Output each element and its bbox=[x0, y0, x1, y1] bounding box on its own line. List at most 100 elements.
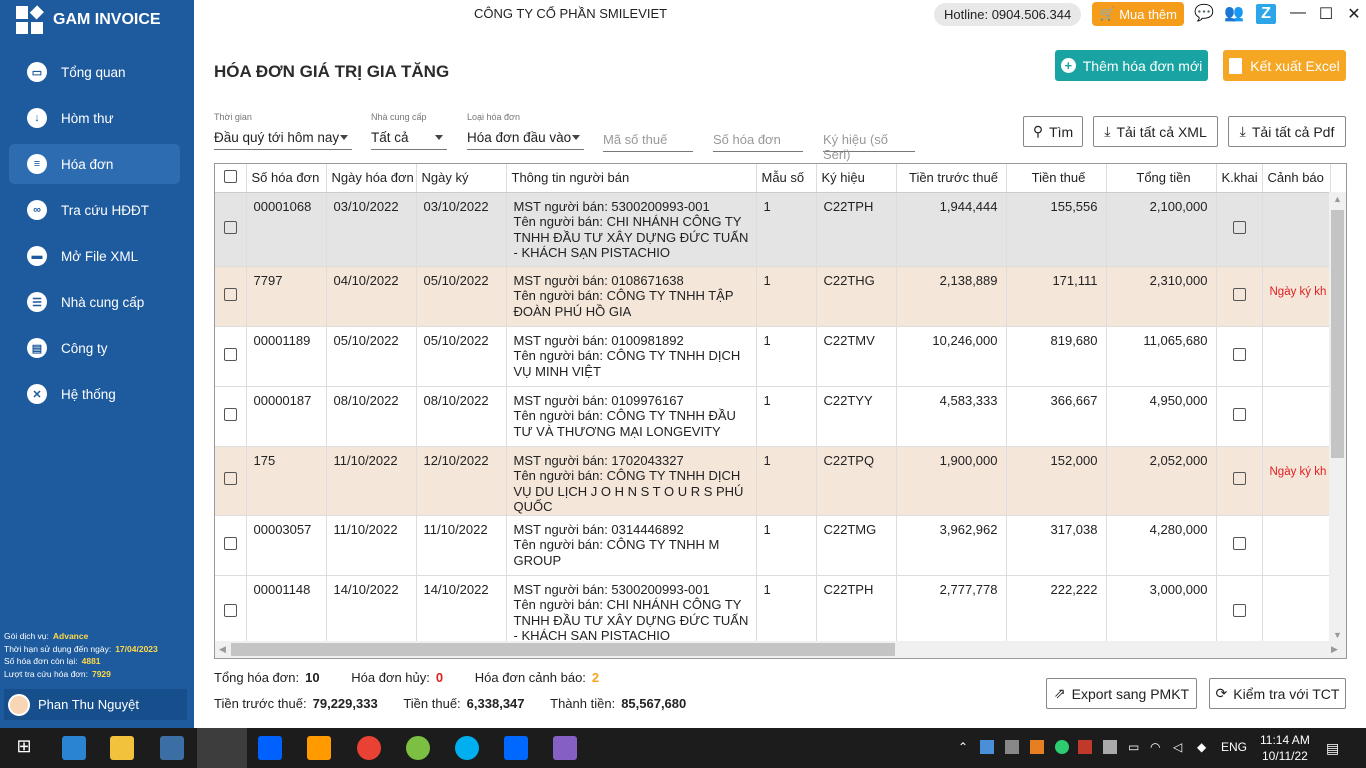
horizontal-scrollbar[interactable]: ◀ ▶ bbox=[215, 641, 1346, 658]
vertical-scroll-thumb[interactable] bbox=[1331, 210, 1344, 458]
table-row[interactable]: 00001068 03/10/2022 03/10/2022 MST người bá… bbox=[215, 192, 1331, 267]
search-button[interactable]: ⚲ Tìm bbox=[1023, 116, 1083, 147]
zalo-taskbar-icon[interactable] bbox=[504, 736, 528, 760]
row-checkbox[interactable] bbox=[215, 326, 247, 387]
row-checkbox[interactable] bbox=[215, 515, 247, 576]
filter-icon: ⚲ bbox=[1032, 123, 1044, 139]
row-checkbox[interactable] bbox=[215, 386, 247, 447]
seller-name: Tên người bán: CÔNG TY TNHH TẬP ĐOÀN PHÚ… bbox=[513, 288, 734, 319]
sidebar-item-1[interactable]: ↓ Hòm thư bbox=[9, 98, 180, 138]
minimize-icon[interactable]: — bbox=[1288, 4, 1308, 22]
column-header[interactable]: Ký hiệu bbox=[816, 164, 897, 193]
sidebar-item-4[interactable]: ▬ Mở File XML bbox=[9, 236, 180, 276]
green-app-icon[interactable] bbox=[406, 736, 430, 760]
notification-icon[interactable]: ▤ bbox=[1326, 740, 1339, 757]
column-header[interactable]: Tổng tiền bbox=[1106, 164, 1217, 193]
declared-checkbox[interactable] bbox=[1216, 446, 1263, 516]
file-explorer-icon[interactable] bbox=[110, 736, 134, 760]
column-header[interactable]: Ngày ký bbox=[416, 164, 507, 193]
sidebar-item-3[interactable]: ∞ Tra cứu HĐĐT bbox=[9, 190, 180, 230]
tray-shield-icon[interactable] bbox=[1030, 740, 1044, 754]
sidebar-item-6[interactable]: ▤ Công ty bbox=[9, 328, 180, 368]
sidebar-item-0[interactable]: ▭ Tổng quan bbox=[9, 52, 180, 92]
scroll-down-icon[interactable]: ▼ bbox=[1333, 630, 1342, 640]
tray-check-icon[interactable] bbox=[1055, 740, 1069, 754]
table-row[interactable]: 00001148 14/10/2022 14/10/2022 MST người bá… bbox=[215, 575, 1331, 650]
column-header[interactable]: Tiền trước thuế bbox=[896, 164, 1007, 193]
serial-input[interactable]: Ký hiệu (số Seri) bbox=[823, 127, 915, 162]
chevron-up-icon[interactable]: ⌃ bbox=[958, 740, 968, 754]
column-header[interactable]: Thông tin người bán bbox=[506, 164, 757, 193]
table-row[interactable]: 00003057 11/10/2022 11/10/2022 MST người bá… bbox=[215, 515, 1331, 576]
declared-checkbox[interactable] bbox=[1216, 266, 1263, 327]
chrome-icon[interactable] bbox=[357, 736, 381, 760]
wifi-icon[interactable]: ◠ bbox=[1150, 740, 1160, 754]
support-icon[interactable]: 👥 bbox=[1224, 4, 1244, 24]
maximize-icon[interactable]: ☐ bbox=[1316, 4, 1336, 24]
column-header[interactable]: Ngày hóa đơn bbox=[326, 164, 417, 193]
tray-v-icon[interactable] bbox=[1078, 740, 1092, 754]
row-checkbox[interactable] bbox=[215, 446, 247, 516]
sidebar-item-7[interactable]: ✕ Hệ thống bbox=[9, 374, 180, 414]
close-icon[interactable]: ✕ bbox=[1344, 4, 1364, 24]
app-launcher-icon[interactable] bbox=[62, 736, 86, 760]
table-row[interactable]: 00000187 08/10/2022 08/10/2022 MST người bá… bbox=[215, 386, 1331, 447]
check-tct-label: Kiểm tra với TCT bbox=[1233, 685, 1340, 702]
illustrator-icon[interactable] bbox=[307, 736, 331, 760]
buy-more-button[interactable]: 🛒 Mua thêm bbox=[1092, 2, 1184, 26]
scroll-up-icon[interactable]: ▲ bbox=[1333, 194, 1342, 204]
supplier-select[interactable]: Nhà cung cấp Tất cả bbox=[371, 112, 447, 150]
column-header[interactable]: K.khai bbox=[1216, 164, 1263, 193]
table-row[interactable]: 7797 04/10/2022 05/10/2022 MST người bán: 0… bbox=[215, 266, 1331, 327]
invoice-number-input[interactable]: Số hóa đơn bbox=[713, 127, 803, 152]
table-row[interactable]: 175 11/10/2022 12/10/2022 MST người bán: 17… bbox=[215, 446, 1331, 516]
period-select[interactable]: Thời gian Đầu quý tới hôm nay bbox=[214, 112, 352, 150]
declared-checkbox[interactable] bbox=[1216, 326, 1263, 387]
download-xml-button[interactable]: ⤓ Tải tất cả XML bbox=[1093, 116, 1218, 147]
declared-checkbox[interactable] bbox=[1216, 575, 1263, 650]
declared-checkbox[interactable] bbox=[1216, 386, 1263, 447]
tray-mail-icon[interactable] bbox=[1103, 740, 1117, 754]
select-all-checkbox[interactable] bbox=[215, 164, 247, 193]
column-header[interactable]: Tiền thuế bbox=[1006, 164, 1107, 193]
gam-invoice-taskbar-icon[interactable] bbox=[197, 728, 247, 768]
check-tct-button[interactable]: ⟳ Kiểm tra với TCT bbox=[1209, 678, 1346, 709]
tray-app-icon[interactable] bbox=[980, 740, 994, 754]
tax-code-input[interactable]: Mã số thuế bbox=[603, 127, 693, 152]
sidebar-item-5[interactable]: ☰ Nhà cung cấp bbox=[9, 282, 180, 322]
dropbox-tray-icon[interactable]: ◆ bbox=[1197, 740, 1206, 754]
column-header[interactable]: Số hóa đơn bbox=[246, 164, 327, 193]
table-row[interactable]: 00001189 05/10/2022 05/10/2022 MST người bá… bbox=[215, 326, 1331, 387]
battery-icon[interactable]: ▭ bbox=[1128, 740, 1139, 754]
download-pdf-button[interactable]: ⤓ Tải tất cả Pdf bbox=[1228, 116, 1346, 147]
export-excel-button[interactable]: Kết xuất Excel bbox=[1223, 50, 1346, 81]
volume-icon[interactable]: ◁ bbox=[1173, 740, 1182, 754]
clock[interactable]: 11:14 AM 10/11/22 bbox=[1260, 732, 1310, 764]
declared-checkbox[interactable] bbox=[1216, 515, 1263, 576]
scroll-left-icon[interactable]: ◀ bbox=[219, 644, 226, 655]
column-header[interactable]: Cảnh báo bbox=[1262, 164, 1331, 193]
dropbox-icon[interactable] bbox=[258, 736, 282, 760]
windows-start-icon[interactable]: ⊞ bbox=[12, 736, 36, 760]
refresh-icon: ⟳ bbox=[1215, 685, 1228, 701]
settings-app-icon[interactable] bbox=[160, 736, 184, 760]
skype-icon[interactable] bbox=[455, 736, 479, 760]
zalo-icon[interactable]: Z bbox=[1256, 4, 1276, 24]
export-pmkt-button[interactable]: ⇗ Export sang PMKT bbox=[1046, 678, 1197, 709]
column-header[interactable]: Mẫu số bbox=[756, 164, 817, 193]
row-checkbox[interactable] bbox=[215, 192, 247, 267]
horizontal-scroll-thumb[interactable] bbox=[231, 643, 895, 656]
invoice-type-select[interactable]: Loại hóa đơn Hóa đơn đầu vào bbox=[467, 112, 584, 150]
tray-notes-icon[interactable] bbox=[1005, 740, 1019, 754]
row-checkbox[interactable] bbox=[215, 266, 247, 327]
sidebar-item-2[interactable]: ≡ Hóa đơn bbox=[9, 144, 180, 184]
visual-studio-icon[interactable] bbox=[553, 736, 577, 760]
chat-icon[interactable]: 💬 bbox=[1194, 4, 1214, 24]
add-invoice-button[interactable]: + Thêm hóa đơn mới bbox=[1055, 50, 1208, 81]
language-indicator[interactable]: ENG bbox=[1221, 740, 1247, 754]
row-checkbox[interactable] bbox=[215, 575, 247, 650]
declared-checkbox[interactable] bbox=[1216, 192, 1263, 267]
user-profile[interactable]: Phan Thu Nguyệt bbox=[4, 689, 187, 720]
vertical-scrollbar[interactable]: ▲ ▼ bbox=[1329, 192, 1346, 642]
scroll-right-icon[interactable]: ▶ bbox=[1331, 644, 1338, 655]
